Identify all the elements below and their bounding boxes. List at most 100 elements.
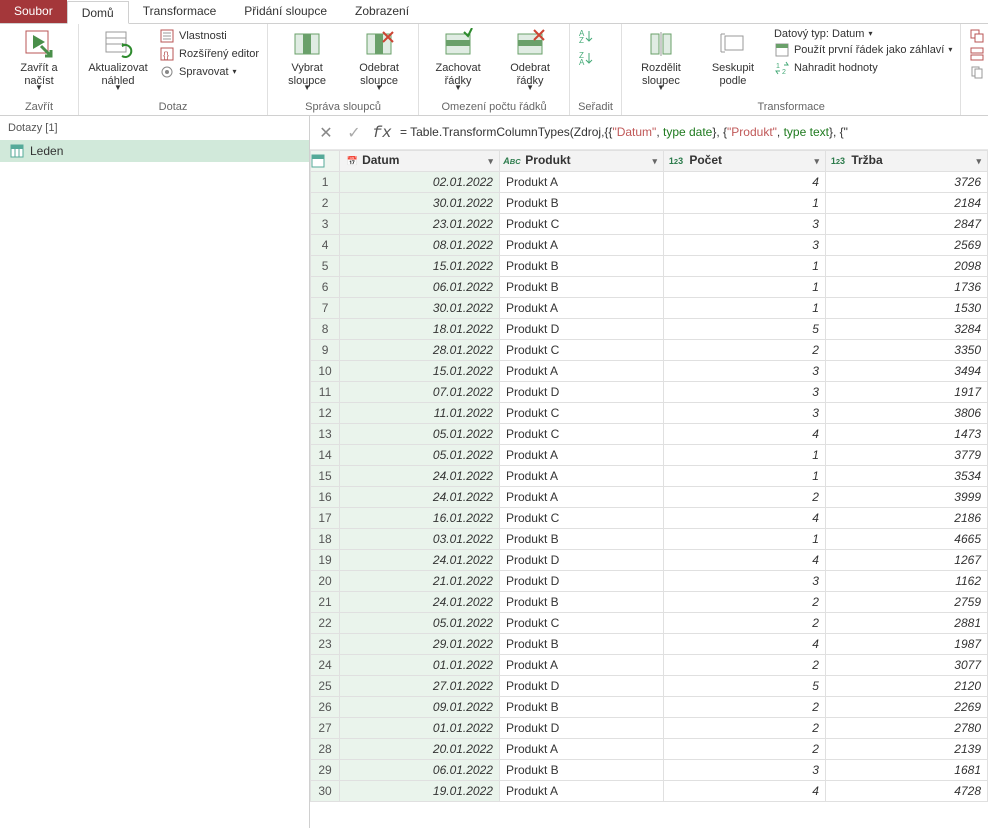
cell-pocet[interactable]: 2 bbox=[664, 340, 826, 361]
table-row[interactable]: 2124.01.2022Produkt B22759 bbox=[311, 592, 988, 613]
cell-pocet[interactable]: 1 bbox=[664, 445, 826, 466]
cell-trzba[interactable]: 3077 bbox=[825, 655, 987, 676]
cell-datum[interactable]: 07.01.2022 bbox=[340, 382, 500, 403]
cell-datum[interactable]: 02.01.2022 bbox=[340, 172, 500, 193]
table-row[interactable]: 1305.01.2022Produkt C41473 bbox=[311, 424, 988, 445]
cell-datum[interactable]: 06.01.2022 bbox=[340, 760, 500, 781]
cell-pocet[interactable]: 3 bbox=[664, 760, 826, 781]
row-number[interactable]: 17 bbox=[311, 508, 340, 529]
cell-trzba[interactable]: 2120 bbox=[825, 676, 987, 697]
row-number[interactable]: 13 bbox=[311, 424, 340, 445]
row-number[interactable]: 8 bbox=[311, 319, 340, 340]
cell-produkt[interactable]: Produkt A bbox=[499, 487, 663, 508]
tab-transform[interactable]: Transformace bbox=[129, 0, 231, 23]
cell-trzba[interactable]: 2847 bbox=[825, 214, 987, 235]
cell-datum[interactable]: 01.01.2022 bbox=[340, 718, 500, 739]
table-row[interactable]: 2820.01.2022Produkt A22139 bbox=[311, 739, 988, 760]
cell-datum[interactable]: 05.01.2022 bbox=[340, 613, 500, 634]
table-row[interactable]: 928.01.2022Produkt C23350 bbox=[311, 340, 988, 361]
table-row[interactable]: 730.01.2022Produkt A11530 bbox=[311, 298, 988, 319]
formula-text[interactable]: = Table.TransformColumnTypes(Zdroj,{{"Da… bbox=[400, 125, 982, 140]
cell-trzba[interactable]: 2269 bbox=[825, 697, 987, 718]
table-row[interactable]: 1624.01.2022Produkt A23999 bbox=[311, 487, 988, 508]
table-row[interactable]: 1107.01.2022Produkt D31917 bbox=[311, 382, 988, 403]
manage-button[interactable]: Spravovat ▾ bbox=[159, 64, 259, 80]
cell-produkt[interactable]: Produkt A bbox=[499, 361, 663, 382]
row-number[interactable]: 23 bbox=[311, 634, 340, 655]
query-item-leden[interactable]: Leden bbox=[0, 140, 309, 162]
cell-produkt[interactable]: Produkt A bbox=[499, 655, 663, 676]
cell-produkt[interactable]: Produkt C bbox=[499, 613, 663, 634]
table-row[interactable]: 2021.01.2022Produkt D31162 bbox=[311, 571, 988, 592]
cell-pocet[interactable]: 4 bbox=[664, 634, 826, 655]
sort-asc-button[interactable]: AZ bbox=[578, 28, 594, 44]
row-number[interactable]: 14 bbox=[311, 445, 340, 466]
close-load-button[interactable]: Zavřít a načíst ▼ bbox=[8, 28, 70, 88]
table-row[interactable]: 2527.01.2022Produkt D52120 bbox=[311, 676, 988, 697]
cell-datum[interactable]: 30.01.2022 bbox=[340, 193, 500, 214]
cell-pocet[interactable]: 1 bbox=[664, 298, 826, 319]
cell-trzba[interactable]: 2186 bbox=[825, 508, 987, 529]
filter-dropdown-icon[interactable]: ▾ bbox=[974, 156, 983, 167]
cell-pocet[interactable]: 2 bbox=[664, 655, 826, 676]
cell-produkt[interactable]: Produkt D bbox=[499, 382, 663, 403]
cell-trzba[interactable]: 3350 bbox=[825, 340, 987, 361]
cell-datum[interactable]: 24.01.2022 bbox=[340, 466, 500, 487]
cell-produkt[interactable]: Produkt D bbox=[499, 550, 663, 571]
cell-produkt[interactable]: Produkt A bbox=[499, 235, 663, 256]
row-number[interactable]: 24 bbox=[311, 655, 340, 676]
row-number[interactable]: 12 bbox=[311, 403, 340, 424]
cell-trzba[interactable]: 1530 bbox=[825, 298, 987, 319]
cell-pocet[interactable]: 5 bbox=[664, 319, 826, 340]
cell-pocet[interactable]: 4 bbox=[664, 424, 826, 445]
cell-datum[interactable]: 18.01.2022 bbox=[340, 319, 500, 340]
cell-trzba[interactable]: 2139 bbox=[825, 739, 987, 760]
cell-pocet[interactable]: 3 bbox=[664, 214, 826, 235]
data-grid[interactable]: 📅Datum ▾ ABC Produkt ▾ bbox=[310, 150, 988, 828]
row-number[interactable]: 25 bbox=[311, 676, 340, 697]
row-number[interactable]: 10 bbox=[311, 361, 340, 382]
cell-produkt[interactable]: Produkt B bbox=[499, 697, 663, 718]
remove-columns-button[interactable]: Odebrat sloupce ▼ bbox=[348, 28, 410, 88]
tab-addcolumn[interactable]: Přidání sloupce bbox=[230, 0, 341, 23]
cell-trzba[interactable]: 1917 bbox=[825, 382, 987, 403]
row-number[interactable]: 18 bbox=[311, 529, 340, 550]
cell-pocet[interactable]: 2 bbox=[664, 739, 826, 760]
cell-datum[interactable]: 11.01.2022 bbox=[340, 403, 500, 424]
table-row[interactable]: 1716.01.2022Produkt C42186 bbox=[311, 508, 988, 529]
cell-trzba[interactable]: 3726 bbox=[825, 172, 987, 193]
cell-trzba[interactable]: 2184 bbox=[825, 193, 987, 214]
cell-datum[interactable]: 05.01.2022 bbox=[340, 445, 500, 466]
cell-produkt[interactable]: Produkt B bbox=[499, 529, 663, 550]
table-row[interactable]: 323.01.2022Produkt C32847 bbox=[311, 214, 988, 235]
table-row[interactable]: 818.01.2022Produkt D53284 bbox=[311, 319, 988, 340]
cell-produkt[interactable]: Produkt A bbox=[499, 172, 663, 193]
cell-trzba[interactable]: 1267 bbox=[825, 550, 987, 571]
cell-produkt[interactable]: Produkt D bbox=[499, 319, 663, 340]
cell-produkt[interactable]: Produkt B bbox=[499, 256, 663, 277]
cell-pocet[interactable]: 3 bbox=[664, 382, 826, 403]
cell-produkt[interactable]: Produkt C bbox=[499, 508, 663, 529]
table-row[interactable]: 1924.01.2022Produkt D41267 bbox=[311, 550, 988, 571]
cell-datum[interactable]: 20.01.2022 bbox=[340, 739, 500, 760]
cancel-formula-button[interactable]: ✕ bbox=[316, 123, 336, 143]
row-number[interactable]: 20 bbox=[311, 571, 340, 592]
table-row[interactable]: 515.01.2022Produkt B12098 bbox=[311, 256, 988, 277]
table-corner[interactable] bbox=[311, 151, 340, 172]
merge-queries-button[interactable]: Sloučit dotazy ▾ bbox=[969, 28, 988, 44]
cell-datum[interactable]: 03.01.2022 bbox=[340, 529, 500, 550]
cell-pocet[interactable]: 2 bbox=[664, 592, 826, 613]
cell-trzba[interactable]: 1473 bbox=[825, 424, 987, 445]
cell-datum[interactable]: 24.01.2022 bbox=[340, 550, 500, 571]
cell-pocet[interactable]: 3 bbox=[664, 361, 826, 382]
cell-pocet[interactable]: 3 bbox=[664, 571, 826, 592]
cell-produkt[interactable]: Produkt B bbox=[499, 760, 663, 781]
cell-datum[interactable]: 28.01.2022 bbox=[340, 340, 500, 361]
row-number[interactable]: 28 bbox=[311, 739, 340, 760]
column-header-datum[interactable]: 📅Datum ▾ bbox=[340, 151, 500, 172]
row-number[interactable]: 4 bbox=[311, 235, 340, 256]
cell-produkt[interactable]: Produkt A bbox=[499, 781, 663, 802]
cell-datum[interactable]: 23.01.2022 bbox=[340, 214, 500, 235]
row-number[interactable]: 22 bbox=[311, 613, 340, 634]
cell-produkt[interactable]: Produkt C bbox=[499, 424, 663, 445]
